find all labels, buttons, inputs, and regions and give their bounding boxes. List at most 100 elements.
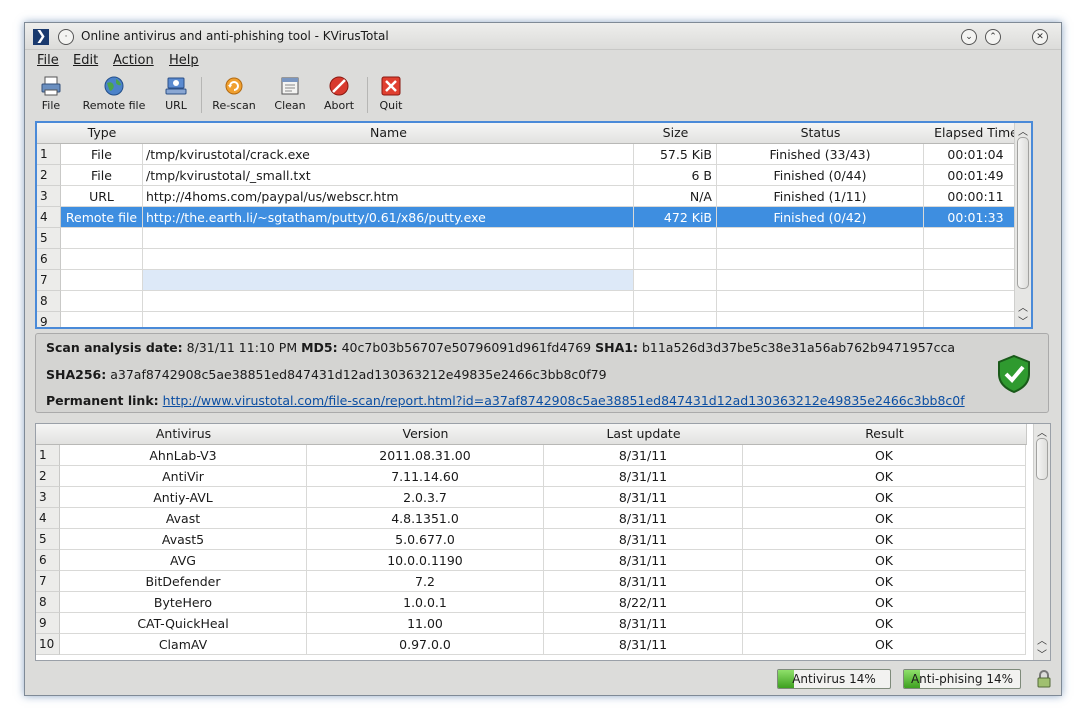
permalink-link[interactable]: http://www.virustotal.com/file-scan/repo… [163,393,965,408]
scan-cell-status[interactable]: Finished (1/11) [717,186,924,207]
scan-cell-elapsed[interactable] [924,291,1028,312]
kvirustotal-app-icon[interactable]: ❯ [33,29,49,45]
antivirus-header-update[interactable]: Last update [544,424,744,445]
scroll-down-icon[interactable]: ﹀ [1034,646,1050,660]
antivirus-cell-update[interactable]: 8/31/11 [544,487,743,508]
scan-cell-type[interactable]: File [61,144,143,165]
menu-action[interactable]: Action [113,53,154,68]
antivirus-header-antivirus[interactable]: Antivirus [60,424,308,445]
clean-button[interactable]: Clean [271,75,309,115]
antivirus-cell-update[interactable]: 8/31/11 [544,529,743,550]
scan-cell-name[interactable] [143,291,634,312]
scan-cell-name[interactable]: http://the.earth.li/~sgtatham/putty/0.61… [143,207,634,228]
scan-cell-type[interactable] [61,228,143,249]
scan-cell-size[interactable] [634,270,717,291]
antivirus-cell-result[interactable]: OK [743,529,1026,550]
antivirus-cell-antivirus[interactable]: CAT-QuickHeal [60,613,307,634]
scan-cell-size[interactable] [634,228,717,249]
scan-header-size[interactable]: Size [634,123,718,144]
antivirus-cell-result[interactable]: OK [743,571,1026,592]
antivirus-cell-update[interactable]: 8/31/11 [544,634,743,655]
scan-cell-elapsed[interactable] [924,270,1028,291]
abort-button[interactable]: Abort [319,75,359,115]
scan-cell-size[interactable]: 6 B [634,165,717,186]
window-menu-icon[interactable]: · [58,29,74,45]
scan-cell-elapsed[interactable]: 00:01:04 [924,144,1028,165]
antivirus-cell-result[interactable]: OK [743,634,1026,655]
antivirus-cell-version[interactable]: 1.0.0.1 [307,592,544,613]
scan-header-status[interactable]: Status [717,123,925,144]
antivirus-header-version[interactable]: Version [307,424,545,445]
antivirus-cell-update[interactable]: 8/31/11 [544,508,743,529]
antivirus-cell-version[interactable]: 0.97.0.0 [307,634,544,655]
antivirus-cell-antivirus[interactable]: ByteHero [60,592,307,613]
scroll-up-icon[interactable]: ︿ [1015,123,1031,138]
scan-cell-size[interactable] [634,249,717,270]
scan-cell-status[interactable] [717,291,924,312]
scan-cell-status[interactable]: Finished (0/42) [717,207,924,228]
antivirus-cell-antivirus[interactable]: AVG [60,550,307,571]
scan-cell-name[interactable] [143,312,634,327]
antivirus-cell-update[interactable]: 8/31/11 [544,466,743,487]
scan-cell-size[interactable] [634,291,717,312]
antivirus-cell-antivirus[interactable]: BitDefender [60,571,307,592]
scan-cell-elapsed[interactable]: 00:01:49 [924,165,1028,186]
antivirus-cell-antivirus[interactable]: ClamAV [60,634,307,655]
minimize-icon[interactable]: ⌄ [961,29,977,45]
scroll-down-icon[interactable]: ﹀ [1015,313,1031,327]
antivirus-table-scrollbar[interactable]: ︿ ︿ ﹀ [1033,424,1050,660]
antivirus-cell-version[interactable]: 5.0.677.0 [307,529,544,550]
scan-header-type[interactable]: Type [61,123,144,144]
maximize-icon[interactable]: ⌃ [985,29,1001,45]
scan-cell-elapsed[interactable] [924,312,1028,327]
close-icon[interactable]: ✕ [1032,29,1048,45]
antivirus-cell-result[interactable]: OK [743,466,1026,487]
antivirus-cell-update[interactable]: 8/22/11 [544,592,743,613]
scroll-thumb[interactable] [1017,137,1029,289]
antivirus-cell-antivirus[interactable]: AntiVir [60,466,307,487]
antivirus-cell-version[interactable]: 4.8.1351.0 [307,508,544,529]
antivirus-cell-update[interactable]: 8/31/11 [544,550,743,571]
scan-cell-size[interactable] [634,312,717,327]
url-button[interactable]: URL [161,75,191,115]
antivirus-cell-version[interactable]: 2011.08.31.00 [307,445,544,466]
antivirus-cell-update[interactable]: 8/31/11 [544,445,743,466]
antivirus-cell-result[interactable]: OK [743,592,1026,613]
antivirus-table[interactable]: Antivirus Version Last update Result 1 AhnLab… [35,423,1051,661]
scan-cell-type[interactable] [61,270,143,291]
scan-cell-size[interactable]: N/A [634,186,717,207]
scroll-up-icon[interactable]: ︿ [1015,299,1031,314]
scroll-up-icon[interactable]: ︿ [1034,632,1050,647]
menu-edit[interactable]: Edit [73,53,98,68]
scan-cell-status[interactable] [717,270,924,291]
scroll-thumb[interactable] [1036,438,1048,480]
scan-cell-type[interactable]: URL [61,186,143,207]
antivirus-cell-antivirus[interactable]: Avast [60,508,307,529]
scan-table[interactable]: Type Name Size Status Elapsed Time 1 File/tmp/… [35,121,1033,329]
antivirus-cell-update[interactable]: 8/31/11 [544,613,743,634]
scan-cell-type[interactable]: Remote file [61,207,143,228]
scan-cell-type[interactable] [61,291,143,312]
antivirus-cell-version[interactable]: 11.00 [307,613,544,634]
scan-cell-elapsed[interactable] [924,228,1028,249]
scan-cell-status[interactable] [717,228,924,249]
menu-file[interactable]: File [37,53,59,68]
remote-file-button[interactable]: Remote file [79,75,149,115]
scan-cell-name[interactable] [143,270,634,291]
antivirus-cell-result[interactable]: OK [743,445,1026,466]
antivirus-cell-result[interactable]: OK [743,550,1026,571]
antivirus-cell-version[interactable]: 10.0.0.1190 [307,550,544,571]
scan-cell-elapsed[interactable]: 00:00:11 [924,186,1028,207]
file-button[interactable]: File [35,75,67,115]
quit-button[interactable]: Quit [375,75,407,115]
scan-cell-name[interactable] [143,249,634,270]
scan-header-name[interactable]: Name [143,123,635,144]
scan-cell-type[interactable]: File [61,165,143,186]
scan-cell-size[interactable]: 57.5 KiB [634,144,717,165]
scan-cell-elapsed[interactable]: 00:01:33 [924,207,1028,228]
scan-cell-name[interactable]: http://4homs.com/paypal/us/webscr.htm [143,186,634,207]
antivirus-cell-antivirus[interactable]: AhnLab-V3 [60,445,307,466]
rescan-button[interactable]: Re-scan [209,75,259,115]
scan-cell-name[interactable]: /tmp/kvirustotal/_small.txt [143,165,634,186]
scan-cell-name[interactable] [143,228,634,249]
